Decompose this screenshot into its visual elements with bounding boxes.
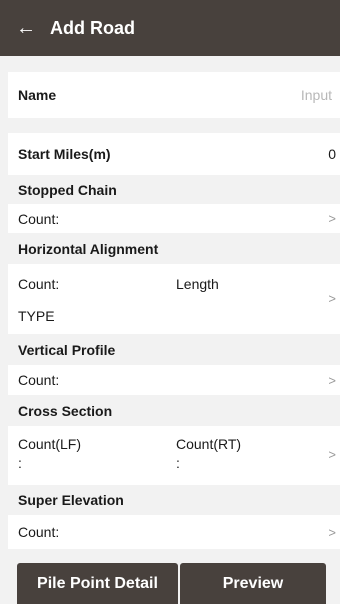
page-title: Add Road	[50, 17, 135, 38]
pile-point-detail-button[interactable]: Pile Point Detail	[17, 563, 178, 604]
chevron-right-icon: >	[328, 372, 336, 388]
app-bar: ← Add Road	[0, 0, 340, 56]
vertical-profile-count-label: Count:	[18, 372, 60, 388]
cross-section-count-lf-label: Count(LF)	[18, 436, 82, 452]
start-miles-label: Start Miles(m)	[18, 146, 111, 162]
horizontal-alignment-count-label: Count:	[18, 276, 60, 292]
cross-section-count-rt-label: Count(RT)	[176, 436, 242, 452]
cross-section-rt-colon: :	[176, 455, 180, 471]
horizontal-alignment-length-label: Length	[176, 276, 219, 292]
cross-section-lf-colon: :	[18, 455, 22, 471]
horizontal-alignment-type-label: TYPE	[18, 308, 55, 324]
chevron-right-icon: >	[328, 211, 336, 226]
stopped-chain-header: Stopped Chain	[8, 175, 340, 204]
super-elevation-count-label: Count:	[18, 524, 60, 540]
name-label: Name	[18, 87, 57, 103]
super-elevation-header: Super Elevation	[8, 485, 340, 515]
back-button[interactable]: ←	[6, 0, 46, 56]
chevron-right-icon: >	[328, 291, 336, 306]
start-miles-row[interactable]: Start Miles(m) 0	[8, 133, 340, 175]
cross-section-header: Cross Section	[8, 395, 340, 426]
stopped-chain-row[interactable]: Count: >	[8, 204, 340, 233]
chevron-right-icon: >	[328, 524, 336, 540]
horizontal-alignment-row[interactable]: Count: Length TYPE >	[8, 264, 340, 334]
chevron-right-icon: >	[328, 447, 336, 462]
cross-section-row[interactable]: Count(LF) : Count(RT) : >	[8, 426, 340, 485]
name-input[interactable]: Input	[301, 87, 332, 103]
start-miles-value[interactable]: 0	[328, 146, 336, 162]
preview-button[interactable]: Preview	[180, 563, 326, 604]
arrow-left-icon: ←	[16, 16, 36, 39]
vertical-profile-row[interactable]: Count: >	[8, 365, 340, 395]
vertical-profile-header: Vertical Profile	[8, 334, 340, 365]
horizontal-alignment-header: Horizontal Alignment	[8, 233, 340, 264]
super-elevation-row[interactable]: Count: >	[8, 515, 340, 549]
name-field-row[interactable]: Name Input	[8, 72, 340, 118]
stopped-chain-count-label: Count:	[18, 210, 60, 227]
